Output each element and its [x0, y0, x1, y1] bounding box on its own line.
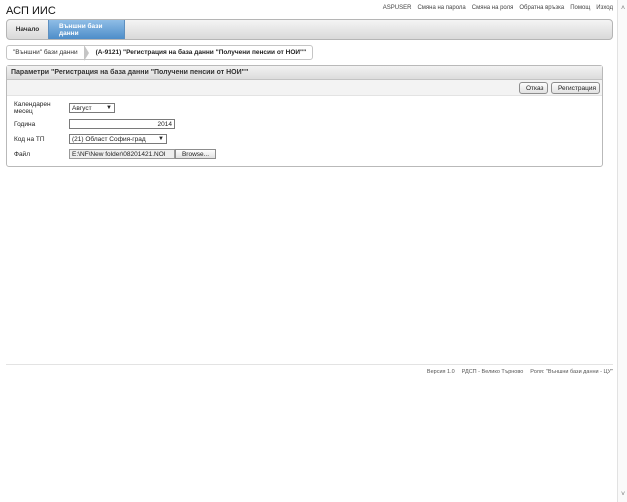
nav-tab-external-databases[interactable]: Външни бази данни	[48, 20, 125, 39]
main-nav: Начало Външни бази данни	[6, 19, 613, 40]
caret-down-icon: ▼	[106, 105, 112, 111]
breadcrumb-current: (А-9121) "Регистрация на база данни "Пол…	[95, 49, 307, 56]
tp-label: Код на ТП	[14, 135, 45, 143]
change-password-link[interactable]: Смяна на парола	[417, 5, 465, 11]
tp-value: (21) Област София-град	[72, 135, 146, 143]
month-select[interactable]: Август ▼	[69, 103, 115, 113]
feedback-link[interactable]: Обратна връзка	[519, 5, 564, 11]
month-row: Календарен месец Август ▼	[14, 101, 115, 115]
user-link[interactable]: ASPUSER	[383, 5, 412, 11]
footer: Версия 1.0 РДСП - Велико Търново Роля: "…	[427, 369, 613, 375]
tp-row: Код на ТП (21) Област София-град ▼	[14, 134, 167, 144]
browse-button[interactable]: Browse...	[175, 149, 216, 159]
file-label: Файл	[14, 150, 30, 158]
app-title: АСП ИИС	[6, 5, 56, 17]
help-link[interactable]: Помощ	[570, 5, 590, 11]
change-role-link[interactable]: Смяна на роля	[472, 5, 514, 11]
panel-title: Параметри "Регистрация на база данни "По…	[7, 66, 602, 80]
scrollbar[interactable]: ˄ ˅	[617, 0, 627, 502]
chevron-down-icon[interactable]: ˅	[620, 491, 626, 498]
chevron-up-icon[interactable]: ˄	[620, 5, 626, 12]
year-label: Година	[14, 120, 36, 128]
version-text: Версия 1.0	[426, 369, 455, 375]
nav-tab-home[interactable]: Начало	[7, 20, 48, 39]
breadcrumb-item-external-databases[interactable]: "Външни" бази данни	[7, 45, 89, 61]
year-row: Година 2014	[14, 119, 175, 129]
file-path-field[interactable]: E:\NF\New folder\08201421.NOI	[69, 149, 175, 159]
footer-divider	[6, 364, 613, 365]
role-text: Роля: "Външни бази данни - ЦУ"	[530, 369, 613, 375]
tp-select[interactable]: (21) Област София-град ▼	[69, 134, 167, 144]
year-input[interactable]: 2014	[69, 119, 175, 129]
month-label: Календарен месец	[14, 101, 51, 115]
file-row: Файл E:\NF\New folder\08201421.NOI Brows…	[14, 149, 216, 159]
caret-down-icon: ▼	[158, 136, 164, 142]
month-value: Август	[72, 104, 92, 112]
logout-link[interactable]: Изход	[596, 5, 613, 11]
office-text: РДСП - Велико Търново	[461, 369, 524, 375]
cancel-button[interactable]: Отказ	[519, 82, 548, 94]
register-button[interactable]: Регистрация	[551, 82, 600, 94]
top-links: ASPUSER Смяна на парола Смяна на роля Об…	[383, 5, 613, 11]
year-value: 2014	[157, 120, 172, 128]
panel-toolbar: Отказ Регистрация	[7, 80, 602, 96]
breadcrumb: "Външни" бази данни (А-9121) "Регистраци…	[6, 45, 314, 61]
parameters-panel: Параметри "Регистрация на база данни "По…	[6, 65, 603, 167]
